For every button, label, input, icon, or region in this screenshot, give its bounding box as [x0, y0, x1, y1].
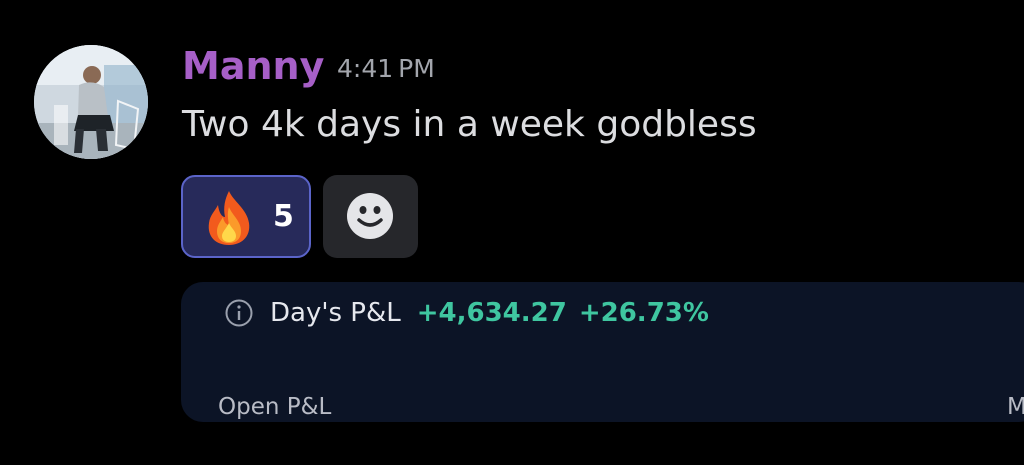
add-reaction-button[interactable]: [323, 175, 418, 258]
chat-message: Manny 4:41 PM Two 4k days in a week godb…: [0, 0, 1024, 465]
pnl-embed-card: Day's P&L +4,634.27 +26.73% Open P&L M: [181, 282, 1024, 422]
smiley-face-icon: [347, 193, 393, 239]
username[interactable]: Manny: [182, 40, 324, 92]
user-avatar[interactable]: [34, 45, 148, 159]
days-pnl-label: Day's P&L: [270, 298, 401, 328]
open-pnl-label: Open P&L: [218, 394, 332, 420]
user-avatar-photo-icon: [34, 45, 148, 159]
fire-emoji-icon: [208, 191, 250, 245]
message-text: Two 4k days in a week godbless: [182, 104, 757, 145]
reaction-count: 5: [273, 199, 294, 234]
reaction-fire[interactable]: 5: [181, 175, 311, 258]
days-pnl-value: +4,634.27: [416, 298, 567, 328]
days-pnl-percent: +26.73%: [578, 298, 709, 328]
info-circle-icon[interactable]: [224, 298, 254, 328]
truncated-column-label: M: [1007, 394, 1024, 420]
days-pnl-row: Day's P&L +4,634.27 +26.73%: [224, 296, 709, 330]
message-timestamp: 4:41 PM: [337, 54, 435, 83]
